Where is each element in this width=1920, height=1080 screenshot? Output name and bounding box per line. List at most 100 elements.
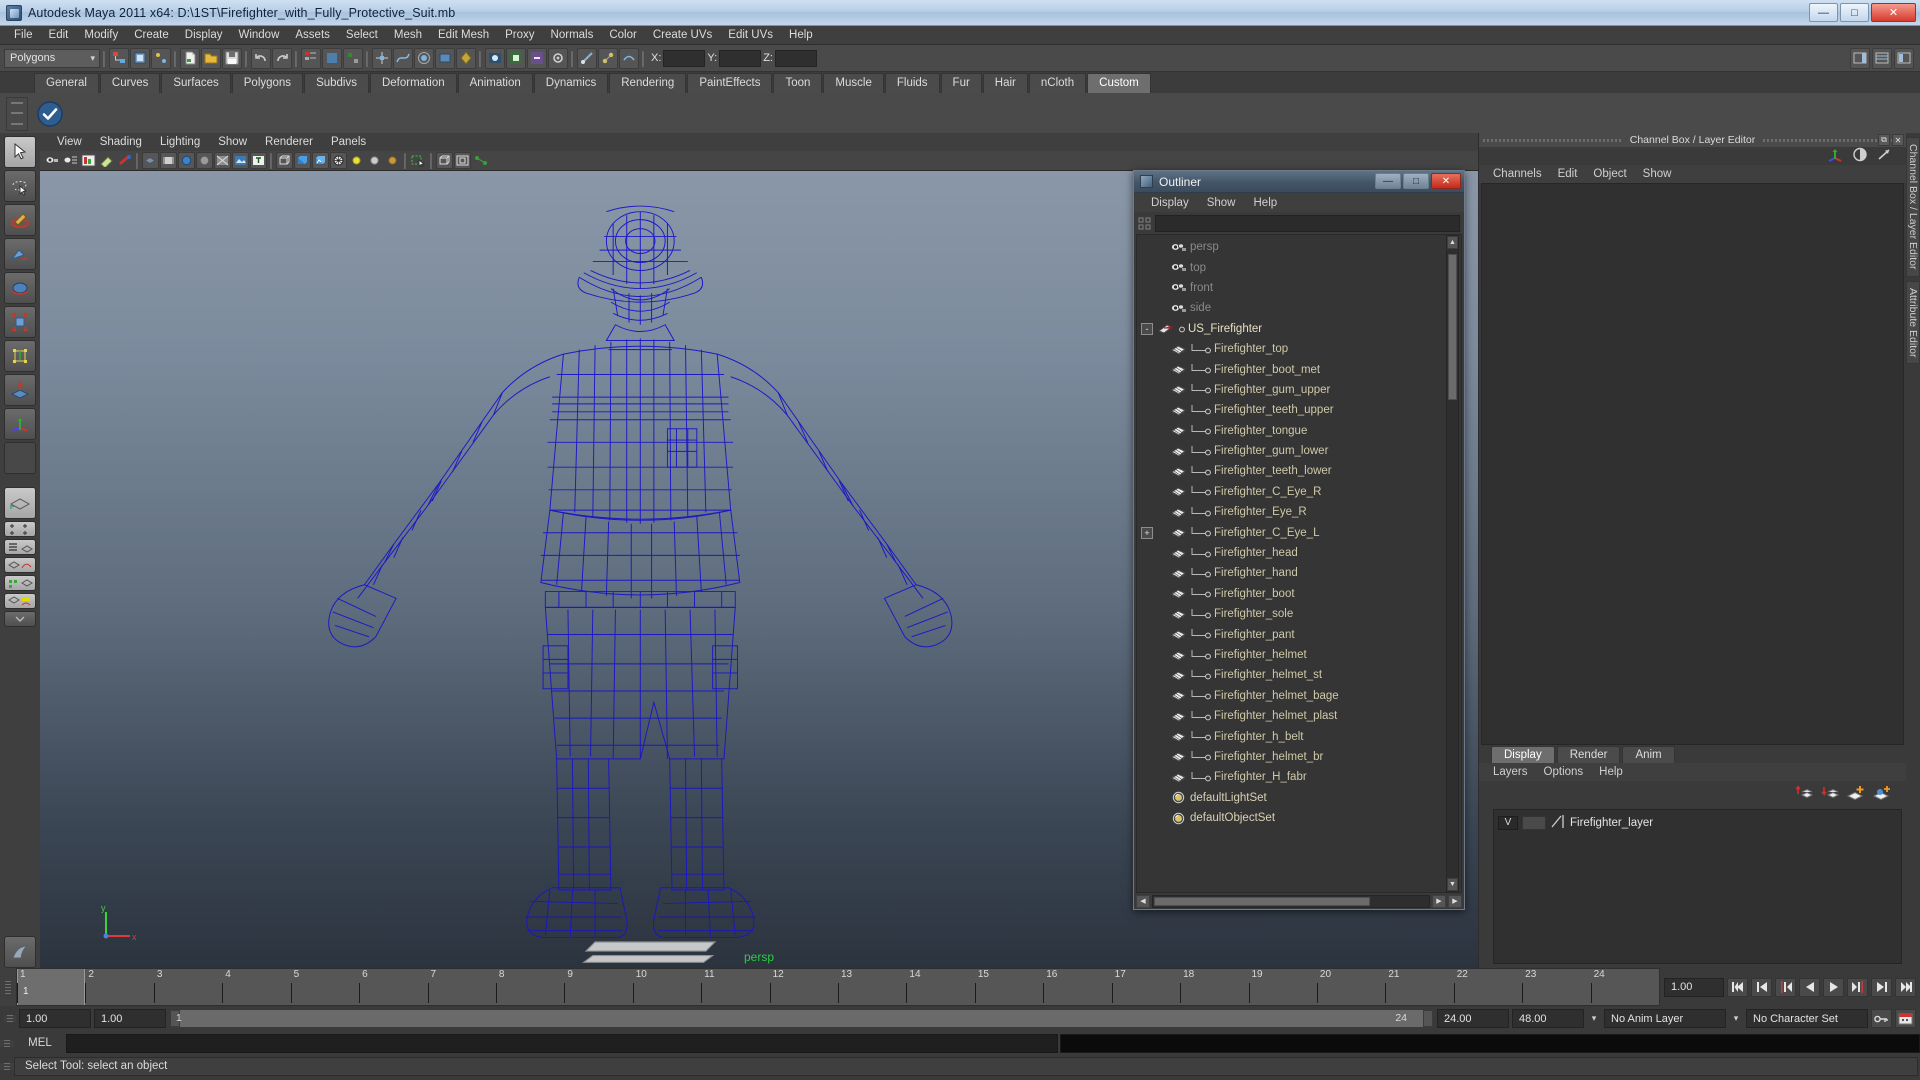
move-layer-up-icon[interactable] [1794, 784, 1814, 805]
outliner-close-button[interactable]: ✕ [1431, 173, 1461, 189]
layer-menu-help[interactable]: Help [1591, 766, 1631, 778]
outliner-vertical-scrollbar[interactable]: ▲ ▼ [1446, 235, 1459, 892]
show-hide-sidebar-icon[interactable] [1850, 47, 1870, 69]
play-backwards-icon[interactable] [1799, 977, 1820, 997]
outliner-row[interactable]: Firefighter_teeth_upper [1137, 400, 1461, 420]
select-by-hierarchy-leaf-icon[interactable] [322, 47, 342, 69]
new-layer-icon[interactable] [1846, 784, 1866, 805]
outliner-filter-icon[interactable] [1138, 217, 1151, 230]
scroll-left-arrow-icon[interactable]: ◀ [1136, 894, 1150, 908]
open-scene-icon[interactable] [201, 47, 221, 69]
help-line-toggle-icon[interactable] [4, 936, 36, 968]
outliner-row[interactable]: Firefighter_boot_met [1137, 359, 1461, 379]
outliner-row[interactable]: Firefighter_helmet [1137, 645, 1461, 665]
channelbox-menu-object[interactable]: Object [1585, 168, 1634, 180]
ipr-render-icon[interactable] [527, 47, 547, 69]
layer-visibility-toggle[interactable]: V [1498, 815, 1518, 830]
snap-to-curve-icon[interactable] [393, 47, 413, 69]
select-tool[interactable] [4, 136, 36, 168]
outliner-item-label[interactable]: Firefighter_gum_upper [1214, 384, 1330, 396]
outliner-item-label[interactable]: persp [1190, 241, 1219, 253]
four-view-layout[interactable] [4, 521, 36, 537]
redo-icon[interactable] [272, 47, 292, 69]
outliner-item-label[interactable]: front [1190, 282, 1213, 294]
outliner-row[interactable]: front [1137, 278, 1461, 298]
shelf-tab-dynamics[interactable]: Dynamics [533, 73, 609, 93]
menu-file[interactable]: File [6, 28, 41, 42]
two-d-pan-zoom-icon[interactable] [98, 152, 115, 169]
layer-playback-toggle[interactable] [1522, 815, 1546, 830]
outliner-row[interactable]: top [1137, 257, 1461, 277]
paint-selection-tool[interactable] [4, 204, 36, 236]
menu-edit-mesh[interactable]: Edit Mesh [430, 28, 497, 42]
shelf-options-handle[interactable] [6, 96, 28, 131]
shelf-tab-subdivs[interactable]: Subdivs [304, 73, 369, 93]
layer-menu-options[interactable]: Options [1536, 766, 1592, 778]
scale-tool[interactable] [4, 306, 36, 338]
outliner-row[interactable]: Firefighter_helmet_plast [1137, 706, 1461, 726]
outliner-item-label[interactable]: Firefighter_boot_met [1214, 364, 1320, 376]
custom-shelf-button[interactable] [34, 98, 66, 130]
outliner-row[interactable]: Firefighter_helmet_br [1137, 747, 1461, 767]
collapse-icon[interactable]: - [1141, 322, 1153, 335]
select-by-hierarchy-icon[interactable] [109, 47, 129, 69]
new-scene-icon[interactable] [180, 47, 200, 69]
shelf-tab-ncloth[interactable]: nCloth [1028, 73, 1087, 93]
anim-end-field[interactable]: 48.00 [1512, 1009, 1584, 1028]
shelf-tab-fur[interactable]: Fur [940, 73, 982, 93]
channelbox-menu-channels[interactable]: Channels [1485, 168, 1550, 180]
lasso-select-tool[interactable] [4, 170, 36, 202]
outliner-item-label[interactable]: Firefighter_teeth_upper [1214, 404, 1334, 416]
menu-display[interactable]: Display [177, 28, 231, 42]
outliner-hscroll-thumb[interactable] [1154, 896, 1370, 906]
shelf-tab-muscle[interactable]: Muscle [823, 73, 884, 93]
outliner-row[interactable]: Firefighter_pant [1137, 624, 1461, 644]
channel-box-icon[interactable] [1826, 147, 1844, 165]
move-tool[interactable] [4, 238, 36, 270]
shelf-tab-rendering[interactable]: Rendering [609, 73, 687, 93]
menu-assets[interactable]: Assets [287, 28, 338, 42]
outliner-item-label[interactable]: Firefighter_boot [1214, 588, 1295, 600]
exposure-icon[interactable] [472, 152, 489, 169]
outliner-row[interactable]: Firefighter_Eye_R [1137, 502, 1461, 522]
close-button[interactable]: ✕ [1871, 3, 1916, 22]
outliner-persp-layout[interactable] [4, 539, 36, 555]
outliner-item-label[interactable]: Firefighter_helmet_plast [1214, 710, 1337, 722]
channelbox-menu-edit[interactable]: Edit [1550, 168, 1586, 180]
layer-tab-display[interactable]: Display [1491, 746, 1555, 763]
outliner-row[interactable]: + Firefighter_C_Eye_L [1137, 522, 1461, 542]
outliner-row[interactable]: Firefighter_helmet_bage [1137, 686, 1461, 706]
menu-edit[interactable]: Edit [41, 28, 77, 42]
outliner-item-label[interactable]: Firefighter_helmet [1214, 649, 1307, 661]
shelf-tab-animation[interactable]: Animation [457, 73, 533, 93]
outliner-tree[interactable]: persp top front side - US_Firefighter Firefigh… [1136, 234, 1462, 893]
text-icon[interactable] [250, 152, 267, 169]
help-line-grip[interactable] [0, 1062, 14, 1070]
close-panel-button[interactable]: ✕ [1892, 134, 1904, 146]
universal-manipulator-tool[interactable] [4, 340, 36, 372]
layer-menu-layers[interactable]: Layers [1485, 766, 1536, 778]
outliner-item-label[interactable]: Firefighter_C_Eye_L [1214, 527, 1319, 539]
maximize-button[interactable]: □ [1840, 3, 1869, 22]
side-tab-channel-box[interactable]: Channel Box / Layer Editor [1906, 137, 1920, 277]
viewport-menu-show[interactable]: Show [209, 136, 256, 148]
xray-icon[interactable] [436, 152, 453, 169]
viewport-menu-panels[interactable]: Panels [322, 136, 375, 148]
outliner-row[interactable]: Firefighter_gum_upper [1137, 380, 1461, 400]
outliner-menu-help[interactable]: Help [1245, 197, 1287, 209]
select-camera-icon[interactable] [44, 152, 61, 169]
outliner-item-label[interactable]: Firefighter_tongue [1214, 425, 1307, 437]
chevron-down-icon[interactable]: ▾ [1729, 1013, 1743, 1024]
layer-name[interactable]: Firefighter_layer [1570, 817, 1653, 829]
outliner-item-label[interactable]: side [1190, 302, 1211, 314]
lights-default-icon[interactable] [348, 152, 365, 169]
toggle-ik-handle-icon[interactable] [577, 47, 597, 69]
outliner-item-label[interactable]: defaultLightSet [1190, 792, 1267, 804]
outliner-row[interactable]: Firefighter_hand [1137, 563, 1461, 583]
select-by-object-type-icon[interactable] [130, 47, 150, 69]
shelf-tab-fluids[interactable]: Fluids [884, 73, 940, 93]
open-render-view-icon[interactable] [485, 47, 505, 69]
command-line-language-label[interactable]: MEL [14, 1037, 66, 1049]
go-to-end-icon[interactable] [1895, 977, 1916, 997]
grid-icon[interactable] [142, 152, 159, 169]
